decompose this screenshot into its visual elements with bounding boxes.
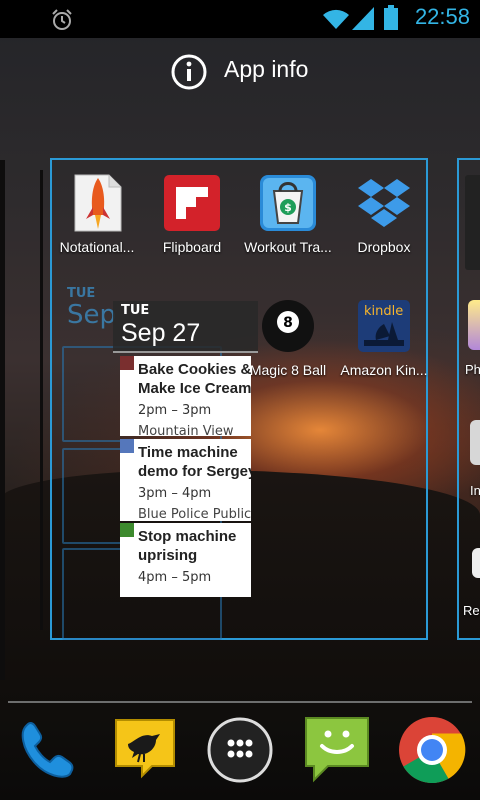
app-flipboard[interactable]: Flipboard <box>144 173 240 255</box>
next-page-app-icon[interactable] <box>472 548 480 578</box>
app-amazon-kindle[interactable]: kindle Amazon Kin... <box>336 296 432 378</box>
tweetdeck-bird-icon <box>115 719 175 779</box>
next-page-app-icon[interactable] <box>470 420 480 465</box>
event-title: Time machine <box>138 444 238 461</box>
all-apps-icon <box>207 717 273 783</box>
next-page-label: In <box>470 483 480 498</box>
dock-app-drawer[interactable] <box>204 714 276 786</box>
chrome-icon <box>399 717 466 784</box>
event-location: Mountain View <box>138 424 234 436</box>
info-icon <box>171 54 207 90</box>
event-title: Make Ice Cream <box>138 380 251 397</box>
kindle-icon: kindle <box>354 296 414 356</box>
dock-phone[interactable] <box>12 714 84 786</box>
calendar-event[interactable]: Time machine demo for Sergey 3pm – 4pm B… <box>120 439 251 521</box>
dock-tweetdeck[interactable] <box>112 714 184 786</box>
next-page-label: Ph <box>465 362 480 377</box>
app-info-label: App info <box>224 56 309 82</box>
calendar-date-header[interactable]: TUE Sep 27 <box>113 301 258 353</box>
app-label: Amazon Kin... <box>340 362 428 378</box>
svg-text:$: $ <box>284 201 292 214</box>
battery-icon <box>384 5 398 30</box>
svg-text:8: 8 <box>283 315 293 331</box>
event-title: Bake Cookies & <box>138 361 251 378</box>
event-time: 3pm – 4pm <box>138 486 212 501</box>
messaging-icon <box>305 717 369 783</box>
ghost-date: Sep <box>67 300 117 330</box>
wallpaper-pole <box>40 170 43 630</box>
event-color-swatch <box>120 439 134 453</box>
dock-divider <box>8 701 472 703</box>
kindle-wordmark: kindle <box>364 304 404 319</box>
event-title: uprising <box>138 547 198 564</box>
calendar-event[interactable]: Bake Cookies & Make Ice Cream 2pm – 3pm … <box>120 356 251 436</box>
wallpaper-pole <box>0 160 5 680</box>
calendar-day-of-week: TUE <box>121 303 150 318</box>
event-time: 4pm – 5pm <box>138 570 212 585</box>
app-notational-velocity[interactable]: Notational... <box>49 173 145 255</box>
dock-messaging[interactable] <box>302 714 374 786</box>
event-location: Blue Police Public <box>138 507 251 521</box>
event-title: Stop machine <box>138 528 237 545</box>
event-color-swatch <box>120 356 134 370</box>
phone-icon <box>21 721 74 778</box>
next-page-app-icon[interactable] <box>468 300 480 350</box>
next-page-label: Re <box>463 603 480 618</box>
cell-signal-icon <box>352 7 374 30</box>
app-workout-trainer[interactable]: $ Workout Tra... <box>240 173 336 255</box>
status-time: 22:58 <box>414 4 470 29</box>
flipboard-icon <box>162 173 222 233</box>
app-label: Flipboard <box>162 239 222 255</box>
ghost-day: TUE <box>67 286 96 301</box>
app-label: Magic 8 Ball <box>249 362 327 378</box>
app-label: Workout Tra... <box>244 239 332 255</box>
app-dropbox[interactable]: Dropbox <box>336 173 432 255</box>
dropbox-icon <box>354 173 414 233</box>
app-label: Notational... <box>59 239 135 255</box>
dock-chrome[interactable] <box>396 714 468 786</box>
calendar-month-day: Sep 27 <box>121 319 201 347</box>
workout-trainer-icon: $ <box>258 173 318 233</box>
next-page-app-icon[interactable] <box>465 175 480 270</box>
event-time: 2pm – 3pm <box>138 403 212 418</box>
calendar-event[interactable]: Stop machine uprising 4pm – 5pm <box>120 523 251 597</box>
notational-velocity-icon <box>67 173 127 233</box>
status-bar: 22:58 <box>0 0 480 38</box>
app-info-drop-target[interactable]: App info <box>0 38 480 106</box>
alarm-icon <box>52 9 72 30</box>
magic-8-ball-icon: 8 <box>258 296 318 356</box>
wifi-icon <box>323 9 349 29</box>
event-color-swatch <box>120 523 134 537</box>
app-label: Dropbox <box>357 239 411 255</box>
event-title: demo for Sergey <box>138 463 251 480</box>
